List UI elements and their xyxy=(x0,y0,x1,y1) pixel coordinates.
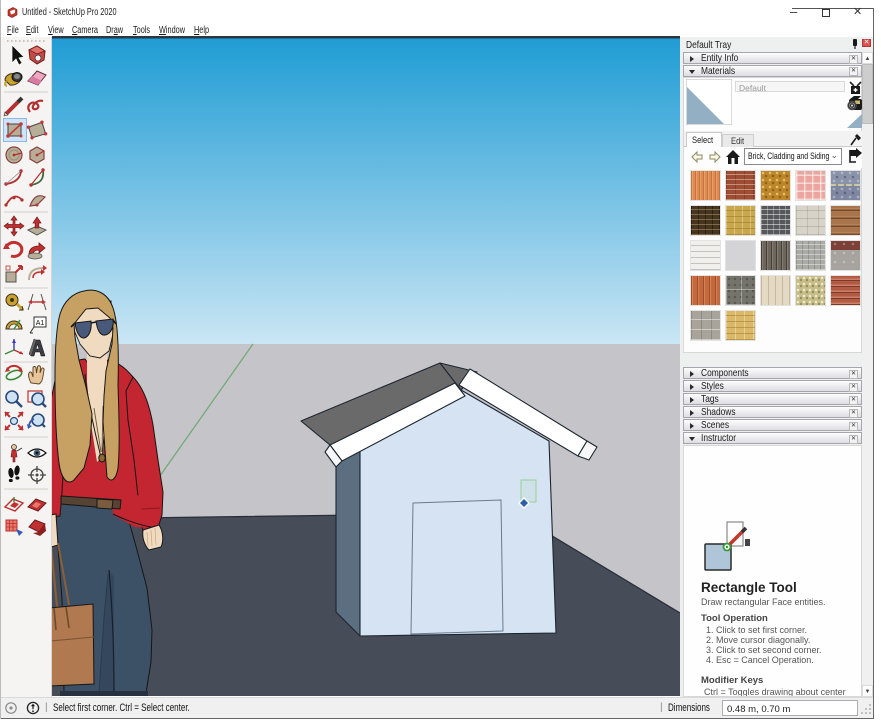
svg-text:A1: A1 xyxy=(36,320,45,327)
